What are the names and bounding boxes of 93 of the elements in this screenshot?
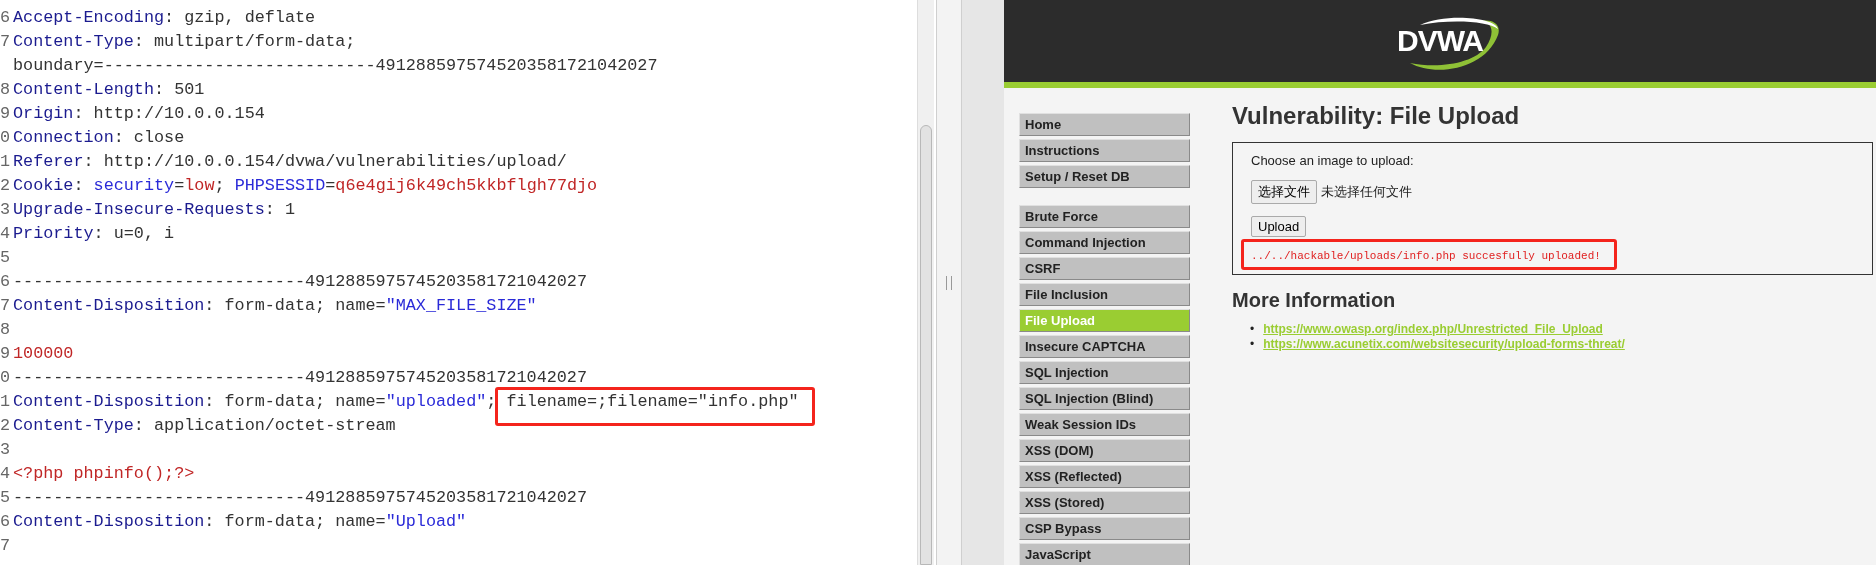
line-number: 5 xyxy=(0,488,11,507)
line-number: 7 xyxy=(0,536,11,555)
line-number: 0 xyxy=(0,368,11,387)
line-number: 1 xyxy=(0,392,11,411)
bullet: • xyxy=(1250,322,1255,337)
line-number: 7 xyxy=(0,32,11,51)
header-name: Priority xyxy=(13,223,94,245)
value-text: q6e4gij6k49ch5kkbflgh77djo xyxy=(335,175,598,197)
menu-item[interactable]: File Inclusion xyxy=(1019,283,1190,306)
line-number: 1 xyxy=(0,152,11,171)
request-text: : http://10.0.0.154/dvwa/vulnerabilities/upload/ xyxy=(83,151,567,173)
menu-item[interactable]: JavaScript xyxy=(1019,543,1190,565)
request-text: filename=;filename="info.php" xyxy=(506,392,799,411)
line-number: 2 xyxy=(0,176,11,195)
header-name: Cookie xyxy=(13,175,74,197)
request-text: -----------------------------4912885975745203581721042027 xyxy=(13,271,587,293)
menu-item[interactable]: Insecure CAPTCHA xyxy=(1019,335,1190,358)
request-text: ; xyxy=(486,391,498,413)
header-name: Origin xyxy=(13,103,74,125)
request-text: : http://10.0.0.154 xyxy=(73,103,265,125)
page-title: Vulnerability: File Upload xyxy=(1232,102,1521,130)
request-text: : form-data; name= xyxy=(204,391,386,413)
header-name: Accept-Encoding xyxy=(13,7,165,29)
menu-item[interactable]: SQL Injection xyxy=(1019,361,1190,384)
section-heading: More Information xyxy=(1232,289,1397,312)
menu-item[interactable]: XSS (DOM) xyxy=(1019,439,1190,462)
upload-prompt: Choose an image to upload: xyxy=(1251,153,1415,168)
upload-button[interactable]: Upload xyxy=(1251,216,1307,237)
request-text: : xyxy=(73,175,85,197)
line-number: 9 xyxy=(0,344,11,363)
line-number: 4 xyxy=(0,464,11,483)
line-number: 9 xyxy=(0,104,11,123)
request-text: : multipart/form-data; xyxy=(133,31,356,53)
menu-item[interactable]: CSRF xyxy=(1019,257,1190,280)
line-number: 7 xyxy=(0,296,11,315)
request-text: : form-data; name= xyxy=(204,511,386,533)
line-number: 3 xyxy=(0,200,11,219)
request-text: : gzip, deflate xyxy=(164,7,316,29)
param-text: security xyxy=(93,175,175,197)
header-name: Content-Type xyxy=(13,415,134,437)
header-name: Content-Disposition xyxy=(13,295,205,317)
success-message: ../../hackable/uploads/info.php succesfully uploaded! xyxy=(1251,250,1601,262)
request-text: : u=0, i xyxy=(93,223,175,245)
line-number: 0 xyxy=(0,128,11,147)
request-text: : 501 xyxy=(154,79,205,101)
request-text: : application/octet-stream xyxy=(133,415,396,437)
scrollbar[interactable] xyxy=(917,0,934,565)
menu-item[interactable]: Setup / Reset DB xyxy=(1019,165,1190,188)
line-number: 2 xyxy=(0,416,11,435)
request-text: -----------------------------4912885975745203581721042027 xyxy=(13,487,587,509)
request-text: boundary=---------------------------4912885975745203581721042027 xyxy=(13,55,658,77)
header-name: Content-Disposition xyxy=(13,391,205,413)
menu-item[interactable]: CSP Bypass xyxy=(1019,517,1190,540)
menu-item[interactable]: Brute Force xyxy=(1019,205,1190,228)
header-name: Content-Type xyxy=(13,31,134,53)
menu-item[interactable]: SQL Injection (Blind) xyxy=(1019,387,1190,410)
header-name: Content-Disposition xyxy=(13,511,205,533)
line-number: 6 xyxy=(0,512,11,531)
line-number: 3 xyxy=(0,440,11,459)
value-text: <?php phpinfo();?> xyxy=(13,463,195,485)
request-text: ; xyxy=(214,175,226,197)
menu-item[interactable]: Weak Session IDs xyxy=(1019,413,1190,436)
request-text: -----------------------------4912885975745203581721042027 xyxy=(13,367,587,389)
line-number: 8 xyxy=(0,80,11,99)
value-text: 100000 xyxy=(13,343,74,365)
menu-item[interactable]: XSS (Stored) xyxy=(1019,491,1190,514)
header-name: Connection xyxy=(13,127,114,149)
line-number: 4 xyxy=(0,224,11,243)
menu-item[interactable]: Command Injection xyxy=(1019,231,1190,254)
request-text: : 1 xyxy=(264,199,295,221)
menu-item[interactable]: Instructions xyxy=(1019,139,1190,162)
value-text: low xyxy=(184,175,215,197)
line-number: 8 xyxy=(0,320,11,339)
file-status: 未选择任何文件 xyxy=(1321,183,1412,201)
request-text: : close xyxy=(113,127,185,149)
line-number: 6 xyxy=(0,8,11,27)
menu-item[interactable]: Home xyxy=(1019,113,1190,136)
param-text: "MAX_FILE_SIZE" xyxy=(385,295,537,317)
line-number: 5 xyxy=(0,248,11,267)
request-text: = xyxy=(174,175,185,197)
param-text: "uploaded" xyxy=(385,391,487,413)
header-name: Upgrade-Insecure-Requests xyxy=(13,199,265,221)
param-text: "Upload" xyxy=(385,511,467,533)
bullet: • xyxy=(1250,337,1255,352)
request-text: = xyxy=(325,175,336,197)
choose-file-button[interactable]: 选择文件 xyxy=(1251,180,1317,204)
param-text: PHPSESSID xyxy=(234,175,326,197)
header-name: Content-Length xyxy=(13,79,154,101)
header-name: Referer xyxy=(13,151,84,173)
line-number: 6 xyxy=(0,272,11,291)
splitter[interactable] xyxy=(936,0,962,565)
menu-item[interactable]: XSS (Reflected) xyxy=(1019,465,1190,488)
request-text: : form-data; name= xyxy=(204,295,386,317)
